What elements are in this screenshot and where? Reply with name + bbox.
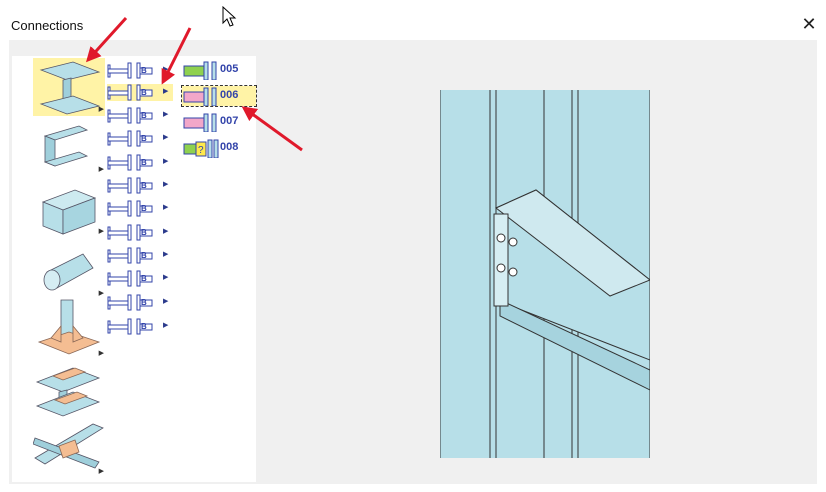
connection-number: 006 xyxy=(220,89,239,101)
expand-arrow-icon: ▶ xyxy=(163,134,169,141)
expand-arrow-icon: ▶ xyxy=(163,322,169,329)
connection-number: 007 xyxy=(220,115,239,127)
expand-arrow-icon: ▶ xyxy=(98,350,104,357)
badge-text: B xyxy=(141,158,147,167)
expand-arrow-icon: ▶ xyxy=(98,166,104,173)
title-bar: Connections ✕ xyxy=(0,0,826,40)
category-splice-joint[interactable] xyxy=(33,360,105,418)
joint-type-icon: B xyxy=(107,270,153,287)
joint-type-icon: B xyxy=(107,62,153,79)
subtype-5[interactable]: B ▶ xyxy=(107,154,173,171)
category-base-plate-joint[interactable]: ▶ xyxy=(33,298,105,360)
expand-arrow-icon: ▶ xyxy=(98,228,104,235)
connection-preview-icon xyxy=(183,87,217,107)
subtype-1[interactable]: B ▶ xyxy=(107,62,173,79)
subtype-4[interactable]: B ▶ xyxy=(107,130,173,147)
subtype-2[interactable]: B ▶ xyxy=(107,84,173,101)
base-plate-icon xyxy=(37,299,101,355)
connection-008[interactable]: ? 008 xyxy=(182,138,256,159)
badge-text: B xyxy=(141,88,147,97)
expand-arrow-icon: ▶ xyxy=(98,468,104,475)
i-beam-icon xyxy=(39,61,101,115)
connection-005[interactable]: 005 xyxy=(182,60,256,81)
connection-preview-icon: ? xyxy=(183,139,219,159)
joint-type-icon: B xyxy=(107,154,153,171)
subtype-7[interactable]: B ▶ xyxy=(107,200,173,217)
subtype-8[interactable]: B ▶ xyxy=(107,224,173,241)
joint-type-icon: B xyxy=(107,247,153,264)
badge-text: B xyxy=(141,251,147,260)
joint-type-icon: B xyxy=(107,177,153,194)
joint-type-icon: B xyxy=(107,84,153,101)
badge-text: B xyxy=(141,274,147,283)
subtype-3[interactable]: B ▶ xyxy=(107,107,173,124)
connection-number: 008 xyxy=(220,141,239,153)
badge-text: B xyxy=(141,298,147,307)
subtype-10[interactable]: B ▶ xyxy=(107,270,173,287)
connection-number: 005 xyxy=(220,63,239,75)
joint-type-icon: B xyxy=(107,294,153,311)
expand-arrow-icon: ▶ xyxy=(98,106,104,113)
connection-preview-icon xyxy=(183,113,217,133)
splice-icon xyxy=(35,367,101,417)
category-truss-joint[interactable]: ▶ xyxy=(32,420,105,478)
joint-type-icon: B xyxy=(107,224,153,241)
expand-arrow-icon: ▶ xyxy=(163,274,169,281)
subtype-11[interactable]: B ▶ xyxy=(107,294,173,311)
joint-type-icon: B xyxy=(107,318,153,335)
joint-type-icon: B xyxy=(107,200,153,217)
expand-arrow-icon: ▶ xyxy=(163,204,169,211)
subtype-6[interactable]: B ▶ xyxy=(107,177,173,194)
badge-text: B xyxy=(141,134,147,143)
expand-arrow-icon: ▶ xyxy=(163,66,169,73)
badge-text: B xyxy=(141,204,147,213)
badge-text: B xyxy=(141,228,147,237)
connection-007[interactable]: 007 xyxy=(182,112,256,133)
expand-arrow-icon: ▶ xyxy=(163,181,169,188)
badge-text: B xyxy=(141,66,147,75)
category-i-beam-joint[interactable]: ▶ xyxy=(33,58,105,116)
subtype-12[interactable]: B ▶ xyxy=(107,318,173,335)
expand-arrow-icon: ▶ xyxy=(98,290,104,297)
expand-arrow-icon: ▶ xyxy=(163,111,169,118)
expand-arrow-icon: ▶ xyxy=(163,251,169,258)
close-icon[interactable]: ✕ xyxy=(798,13,820,35)
tube-icon xyxy=(43,253,94,291)
mouse-cursor-icon xyxy=(222,6,237,27)
badge-text: B xyxy=(141,111,147,120)
box-section-icon xyxy=(41,189,97,235)
question-mark-icon: ? xyxy=(198,145,204,156)
category-hollow-section-joint[interactable]: ▶ xyxy=(33,180,105,238)
badge-text: B xyxy=(141,181,147,190)
joint-type-icon: B xyxy=(107,130,153,147)
connection-3d-preview xyxy=(440,90,650,458)
badge-text: B xyxy=(141,322,147,331)
expand-arrow-icon: ▶ xyxy=(163,158,169,165)
category-channel-joint[interactable]: ▶ xyxy=(33,118,105,176)
connection-preview-icon xyxy=(183,61,217,81)
category-tube-joint[interactable]: ▶ xyxy=(33,242,105,300)
connection-006[interactable]: 006 xyxy=(181,85,257,107)
joint-type-icon: B xyxy=(107,107,153,124)
channel-icon xyxy=(43,125,89,167)
subtype-9[interactable]: B ▶ xyxy=(107,247,173,264)
expand-arrow-icon: ▶ xyxy=(163,298,169,305)
truss-icon xyxy=(32,423,104,469)
expand-arrow-icon: ▶ xyxy=(163,228,169,235)
window-title: Connections xyxy=(11,18,84,33)
expand-arrow-icon: ▶ xyxy=(163,88,169,95)
